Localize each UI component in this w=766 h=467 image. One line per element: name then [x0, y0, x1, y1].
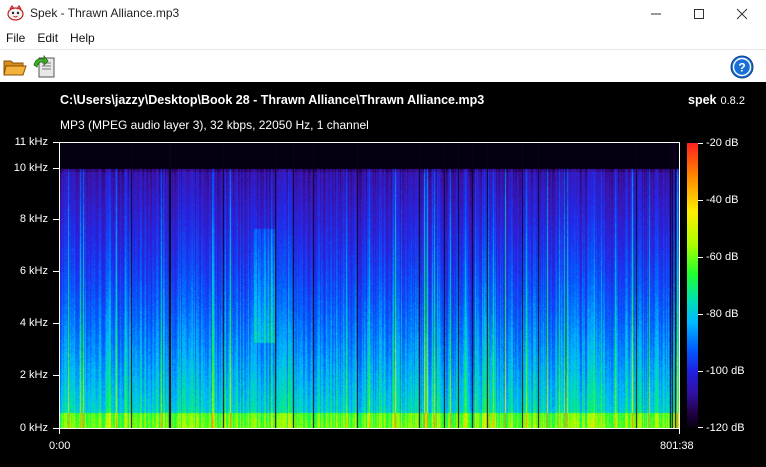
svg-text:?: ?: [738, 61, 745, 75]
db-label-80: -80 dB: [706, 308, 739, 320]
y-label-11khz: 11 kHz: [14, 136, 48, 148]
brand-name: spek: [688, 93, 717, 107]
y-tick: [53, 142, 59, 143]
minimize-button[interactable]: [634, 0, 678, 27]
db-label-100: -100 dB: [706, 365, 745, 377]
file-info: MP3 (MPEG audio layer 3), 32 kbps, 22050…: [60, 118, 369, 132]
close-icon: [736, 8, 748, 19]
maximize-icon: [694, 8, 704, 19]
menu-help[interactable]: Help: [64, 27, 101, 49]
y-label-4khz: 4 kHz: [19, 317, 48, 329]
y-tick: [53, 375, 59, 376]
db-label-40: -40 dB: [706, 194, 739, 206]
db-tick: [698, 314, 703, 315]
help-button[interactable]: ?: [729, 54, 755, 80]
x-label-end: 801:38: [660, 440, 694, 452]
y-tick: [53, 271, 59, 272]
y-tick: [53, 323, 59, 324]
db-label-60: -60 dB: [706, 251, 739, 263]
menu-edit[interactable]: Edit: [31, 27, 64, 49]
spek-brand: spek 0.8.2: [688, 93, 745, 107]
y-label-10khz: 10 kHz: [13, 162, 48, 174]
x-tick: [59, 429, 60, 434]
y-tick: [53, 219, 59, 220]
folder-open-icon: [3, 60, 27, 76]
close-button[interactable]: [720, 0, 764, 27]
brand-version: 0.8.2: [720, 95, 745, 107]
help-icon: ?: [730, 55, 754, 79]
spectrogram-panel: C:\Users\jazzy\Desktop\Book 28 - Thrawn …: [0, 82, 766, 467]
y-label-0khz: 0 kHz: [19, 422, 48, 434]
toolbar: ?: [0, 49, 766, 82]
db-tick: [698, 200, 703, 201]
y-tick: [53, 168, 59, 169]
open-file-button[interactable]: [2, 54, 28, 80]
db-label-20: -20 dB: [706, 137, 739, 149]
save-arrow-icon: [33, 54, 55, 78]
minimize-icon: [651, 13, 661, 14]
file-path: C:\Users\jazzy\Desktop\Book 28 - Thrawn …: [60, 93, 485, 107]
maximize-button[interactable]: [677, 0, 721, 27]
y-label-2khz: 2 kHz: [19, 369, 48, 381]
y-label-8khz: 8 kHz: [19, 213, 48, 225]
db-tick: [698, 257, 703, 258]
db-tick: [698, 427, 703, 428]
db-label-120: -120 dB: [706, 422, 745, 434]
save-button[interactable]: [32, 54, 58, 80]
title-bar: Spek - Thrawn Alliance.mp3: [0, 0, 766, 27]
menu-bar: File Edit Help: [0, 27, 766, 49]
spek-app-icon: [7, 5, 24, 21]
y-label-6khz: 6 kHz: [19, 265, 48, 277]
menu-file[interactable]: File: [0, 27, 31, 49]
x-label-start: 0:00: [49, 440, 71, 452]
db-tick: [698, 143, 703, 144]
db-color-scale: [687, 143, 698, 428]
x-tick: [679, 429, 680, 434]
db-tick: [698, 371, 703, 372]
plot-frame: [59, 142, 680, 429]
window-title: Spek - Thrawn Alliance.mp3: [30, 6, 180, 20]
